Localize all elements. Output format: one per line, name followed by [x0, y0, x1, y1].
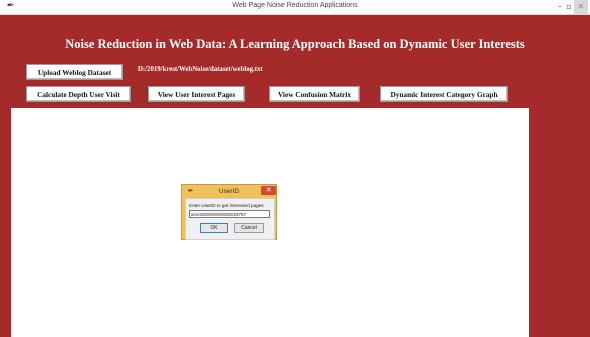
ok-button[interactable]: OK — [200, 223, 228, 233]
upload-dataset-button[interactable]: Upload Weblog Dataset — [26, 64, 123, 80]
interest-category-graph-button[interactable]: Dynamic Interest Category Graph — [380, 86, 508, 102]
view-confusion-matrix-button[interactable]: View Confusion Matrix — [269, 86, 360, 102]
cancel-button[interactable]: Cancel — [234, 223, 264, 233]
close-button[interactable]: ✕ — [574, 0, 588, 14]
dataset-path-label: D:/2019/krest/WebNoise/dataset/weblog.tx… — [138, 66, 263, 73]
page-title: Noise Reduction in Web Data: A Learning … — [65, 37, 525, 51]
userid-input[interactable]: anon000000000000029757 — [189, 210, 270, 218]
window-title: Web Page Noise Reduction Applications — [232, 2, 358, 9]
dialog-prompt: Enter UserID to get interested pages — [189, 203, 264, 208]
view-interest-pages-button[interactable]: View User Interest Pages — [148, 86, 245, 102]
dialog-close-button[interactable]: ✕ — [261, 186, 276, 195]
window-titlebar: ✒ Web Page Noise Reduction Applications … — [0, 0, 590, 15]
dialog-body: Enter UserID to get interested pages ano… — [185, 198, 275, 240]
calculate-depth-button[interactable]: Calculate Depth User Visit — [26, 86, 131, 102]
userid-dialog: ✒ UserID ✕ Enter UserID to get intereste… — [181, 184, 277, 240]
